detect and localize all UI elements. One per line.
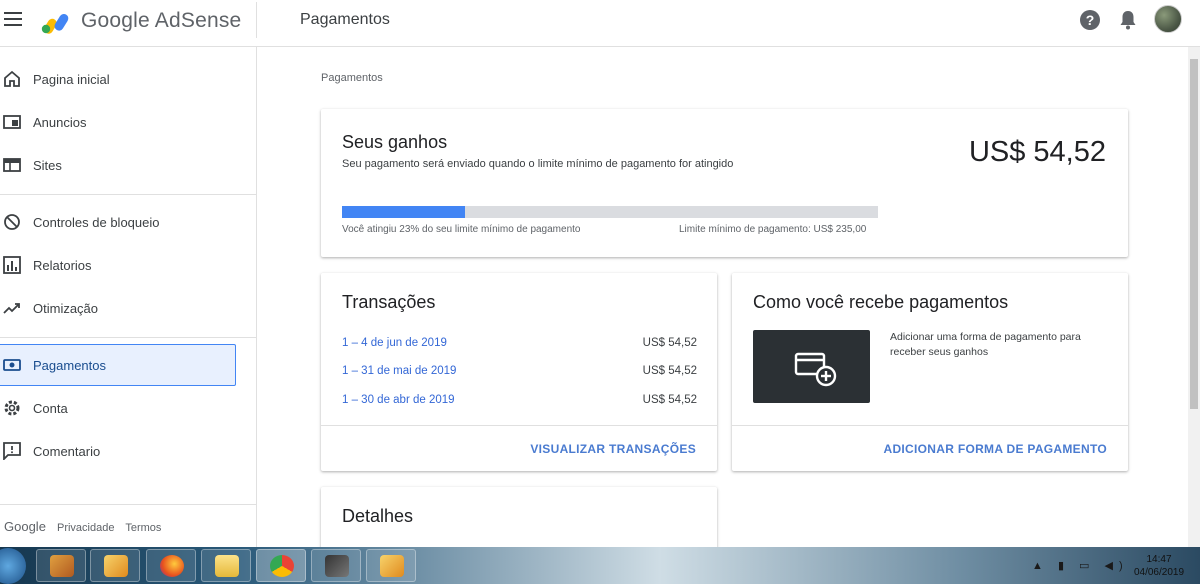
avatar[interactable] (1154, 5, 1182, 33)
gear-icon (4, 400, 20, 416)
sidebar-item-optimization[interactable]: Otimização (0, 287, 236, 329)
transactions-title: Transações (342, 292, 436, 312)
media-player-icon (104, 555, 128, 577)
divider (732, 425, 1128, 426)
privacy-link[interactable]: Privacidade (57, 522, 114, 534)
payment-progress-bar (342, 206, 878, 218)
add-card-icon (794, 352, 837, 387)
sidebar-item-label: Sites (33, 157, 62, 173)
sidebar-item-sites[interactable]: Sites (0, 144, 236, 186)
sidebar-item-label: Anuncios (33, 114, 87, 130)
help-icon[interactable]: ? (1080, 10, 1100, 30)
breadcrumb: Pagamentos (321, 72, 383, 84)
earnings-card: Seus ganhos Seu pagamento será enviado q… (321, 109, 1128, 257)
add-payment-method-tile[interactable] (753, 330, 870, 403)
table-row: 1 – 4 de jun de 2019 US$ 54,52 (342, 337, 697, 357)
clock-date: 04/06/2019 (1133, 567, 1185, 578)
table-row: 1 – 31 de mai de 2019 US$ 54,52 (342, 365, 697, 385)
progress-label: Você atingiu 23% do seu limite mínimo de… (342, 224, 581, 235)
view-transactions-button[interactable]: VISUALIZAR TRANSAÇÕES (530, 442, 696, 456)
taskbar-app-button[interactable] (311, 549, 361, 582)
sidebar-item-feedback[interactable]: Comentario (0, 430, 236, 472)
sidebar-item-payments[interactable]: Pagamentos (0, 344, 236, 386)
ads-icon (3, 115, 21, 129)
page-scrollbar[interactable] (1188, 47, 1200, 547)
sidebar-item-label: Pagamentos (33, 357, 106, 373)
os-taskbar: ▲ ▮ ▭ ◀) 14:47 04/06/2019 (0, 547, 1200, 584)
transaction-amount: US$ 54,52 (642, 394, 697, 406)
details-title: Detalhes (342, 506, 414, 526)
reports-icon (3, 256, 21, 274)
payment-threshold-label: Limite mínimo de pagamento: US$ 235,00 (679, 224, 867, 235)
start-button-icon[interactable] (0, 548, 26, 584)
transaction-period-link[interactable]: 1 – 4 de jun de 2019 (342, 337, 447, 349)
earnings-amount: US$ 54,52 (968, 136, 1106, 168)
page-title: Pagamentos (300, 11, 390, 28)
bell-icon[interactable] (1118, 9, 1138, 31)
optimization-icon (3, 303, 20, 314)
taskbar-app-button[interactable] (146, 549, 196, 582)
divider (321, 425, 717, 426)
system-clock[interactable]: 14:47 04/06/2019 (1120, 553, 1198, 579)
table-row: 1 – 30 de abr de 2019 US$ 54,52 (342, 394, 697, 414)
firefox-icon (160, 555, 184, 577)
sidebar-item-reports[interactable]: Relatorios (0, 244, 236, 286)
transactions-card: Transações 1 – 4 de jun de 2019 US$ 54,5… (321, 273, 717, 471)
sidebar-item-label: Conta (33, 400, 68, 416)
divider (0, 337, 256, 338)
system-tray-icons[interactable]: ▲ ▮ ▭ ◀) (1032, 559, 1129, 572)
menu-icon[interactable] (4, 12, 22, 28)
paint-app-icon (50, 555, 74, 577)
video-editor-icon (325, 555, 349, 577)
block-icon (4, 214, 20, 230)
sidebar: Pagina inicial Anuncios Sites Controles … (0, 47, 257, 547)
google-footer-logo: Google (4, 519, 46, 534)
transaction-period-link[interactable]: 1 – 31 de mai de 2019 (342, 365, 456, 377)
taskbar-app-button[interactable] (201, 549, 251, 582)
add-payment-method-button[interactable]: ADICIONAR FORMA DE PAGAMENTO (883, 442, 1107, 456)
sidebar-item-blocking-controls[interactable]: Controles de bloqueio (0, 201, 236, 243)
sidebar-item-label: Comentario (33, 443, 101, 459)
feedback-icon (3, 442, 21, 460)
top-bar: Google AdSense Pagamentos ? (0, 0, 1200, 47)
sidebar-item-label: Relatorios (33, 257, 92, 273)
terms-link[interactable]: Termos (125, 522, 161, 534)
payment-method-description: Adicionar uma forma de pagamento para re… (890, 331, 1081, 358)
divider (256, 2, 257, 38)
payment-method-card: Como você recebe pagamentos Adicionar um… (732, 273, 1128, 471)
taskbar-app-button[interactable] (36, 549, 86, 582)
sidebar-item-label: Controles de bloqueio (33, 214, 160, 230)
sidebar-item-home[interactable]: Pagina inicial (0, 58, 236, 100)
clock-time: 14:47 (1146, 554, 1172, 565)
taskbar-app-button[interactable] (90, 549, 140, 582)
sites-icon (3, 158, 21, 172)
taskbar-app-button[interactable] (366, 549, 416, 582)
media-player-icon (380, 555, 404, 577)
sidebar-item-ads[interactable]: Anuncios (0, 101, 236, 143)
earnings-subtitle: Seu pagamento será enviado quando o limi… (342, 158, 734, 170)
adsense-logo[interactable] (40, 8, 72, 34)
transaction-period-link[interactable]: 1 – 30 de abr de 2019 (342, 394, 455, 406)
chrome-icon (270, 555, 294, 577)
divider (0, 194, 256, 195)
earnings-title: Seus ganhos (342, 132, 448, 152)
transaction-amount: US$ 54,52 (642, 365, 697, 377)
sidebar-item-label: Pagina inicial (33, 71, 110, 87)
brand-name: Google AdSense (81, 9, 242, 32)
payment-progress-fill (342, 206, 466, 218)
folder-icon (215, 555, 239, 577)
taskbar-app-button[interactable] (256, 549, 306, 582)
payment-method-title: Como você recebe pagamentos (753, 292, 1009, 312)
sidebar-item-label: Otimização (33, 300, 99, 316)
payments-icon (3, 359, 21, 371)
sidebar-footer: Google Privacidade Termos (4, 519, 169, 534)
scrollbar-thumb[interactable] (1190, 59, 1198, 409)
home-icon (4, 70, 20, 87)
divider (0, 504, 256, 505)
sidebar-item-account[interactable]: Conta (0, 387, 236, 429)
transaction-amount: US$ 54,52 (642, 337, 697, 349)
